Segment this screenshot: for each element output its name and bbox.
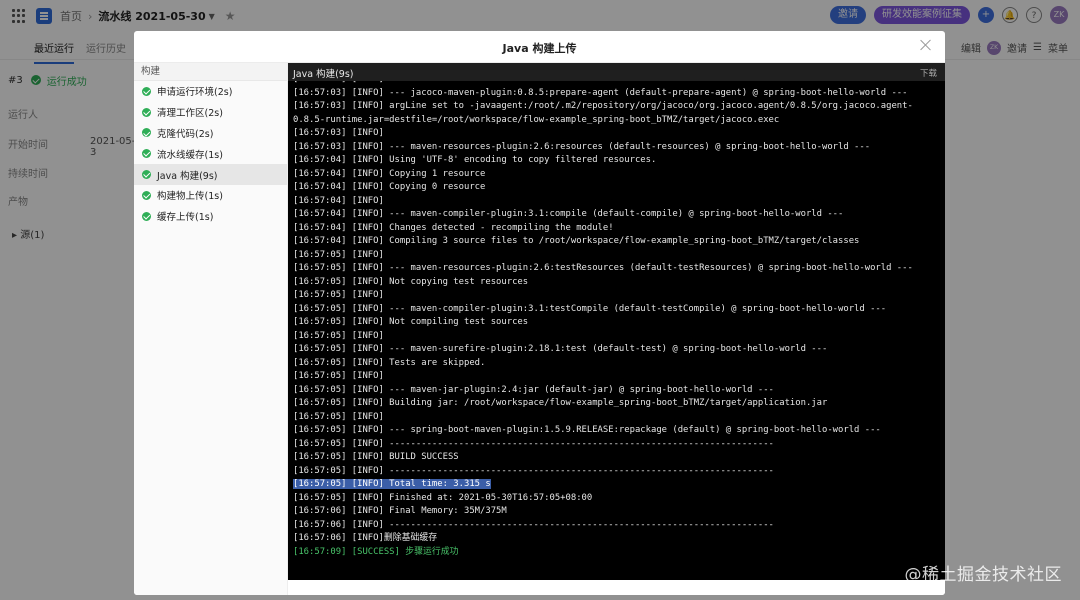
step-label: 构建物上传(1s) [157,191,223,203]
log-line: [16:57:05] [INFO] --- maven-compiler-plu… [293,303,887,314]
step-label: 申请运行环境(2s) [157,87,233,99]
step-label: 克隆代码(2s) [157,128,214,140]
log-line: [16:57:03] [INFO] --- jacoco-maven-plugi… [293,87,908,98]
check-circle-icon [142,211,151,221]
log-line: [16:57:04] [INFO] [293,195,384,206]
download-button[interactable]: 下载 [920,67,937,79]
log-line: [16:57:05] [INFO] Total time: 3.315 s [293,478,945,492]
step-item[interactable]: 流水线缓存(1s) [134,143,287,164]
log-line: [16:57:05] [INFO] [293,249,384,260]
check-circle-icon [142,128,151,138]
check-circle-icon [142,190,151,200]
log-line: [16:57:05] [INFO] [293,290,384,300]
log-line: [16:57:05] [INFO] --- maven-jar-plugin:2… [293,384,774,395]
log-line: [16:57:06] [INFO] Final Memory: 35M/375M [293,506,507,516]
log-line: [16:57:04] [INFO] Changes detected - rec… [293,222,614,233]
log-line: [16:57:05] [INFO] Not compiling test sou… [293,317,529,327]
log-line: 0.8.5-runtime.jar=destfile=/root/workspa… [293,114,780,125]
step-item[interactable]: 申请运行环境(2s) [134,81,287,102]
log-line: [16:57:04] [INFO] --- maven-compiler-plu… [293,209,844,219]
check-circle-icon [142,107,151,117]
log-line: [16:57:03] [INFO] --- maven-resources-pl… [293,141,871,152]
log-panel: Java 构建(9s) 下载 [16:57:03] [INFO][16:57:0… [288,63,945,595]
check-circle-icon [142,149,151,159]
log-line: [16:57:05] [INFO] [293,330,384,341]
step-item[interactable]: 构建物上传(1s) [134,185,287,206]
log-line: [16:57:04] [INFO] Copying 1 resource [293,168,486,179]
log-line: [16:57:04] [INFO] Compiling 3 source fil… [293,236,860,246]
log-line: [16:57:05] [INFO] ----------------------… [293,438,774,449]
log-line: [16:57:05] [INFO] --- maven-resources-pl… [293,263,913,273]
step-list-header: 构建 [134,63,287,81]
step-list: 构建 申请运行环境(2s) 清理工作区(2s) 克隆代码(2s) 流水线缓存(1s) J… [134,63,288,595]
dialog-title: Java 构建上传 [502,42,577,55]
log-line: [16:57:05] [INFO] Tests are skipped. [293,357,486,368]
log-line: [16:57:05] [INFO] --- maven-surefire-plu… [293,344,828,354]
step-label: 流水线缓存(1s) [157,149,223,161]
step-label: Java 构建(9s) [157,170,218,182]
selected-log-text: [16:57:05] [INFO] Total time: 3.315 s [293,479,491,489]
log-line: [16:57:05] [INFO] [293,371,384,381]
watermark: @稀土掘金技术社区 [904,565,1062,585]
log-line: [16:57:05] [INFO] Building jar: /root/wo… [293,398,828,408]
log-line: [16:57:05] [INFO] Not copying test resou… [293,276,529,287]
dialog-header: Java 构建上传 [134,31,945,63]
log-header: Java 构建(9s) 下载 [288,63,945,81]
check-circle-icon [142,86,151,96]
log-line: [16:57:05] [INFO] Finished at: 2021-05-3… [293,492,593,503]
log-line: [16:57:06] [INFO] ----------------------… [293,519,774,530]
step-item[interactable]: 克隆代码(2s) [134,123,287,144]
log-line: [16:57:06] [INFO]删除基础缓存 [293,533,438,543]
log-line: [16:57:05] [INFO] [293,411,384,422]
check-circle-icon [142,170,151,180]
log-title: Java 构建(9s) [293,69,354,80]
step-item[interactable]: 清理工作区(2s) [134,102,287,123]
log-line: [16:57:05] [INFO] ----------------------… [293,465,774,476]
step-label: 缓存上传(1s) [157,212,214,224]
log-line: [16:57:04] [INFO] Copying 0 resource [293,182,486,192]
log-line: [16:57:04] [INFO] Using 'UTF-8' encoding… [293,155,657,165]
log-line: [16:57:05] [INFO] BUILD SUCCESS [293,452,459,462]
log-line: [16:57:09] [SUCCESS] 步骤运行成功 [293,546,459,557]
build-log-dialog: Java 构建上传 构建 申请运行环境(2s) 清理工作区(2s) 克隆代码(2s)… [134,31,945,595]
step-item[interactable]: 缓存上传(1s) [134,206,287,227]
log-line: [16:57:03] [INFO] argLine set to -javaag… [293,101,913,111]
log-console[interactable]: [16:57:03] [INFO] [16:57:03] [INFO] --- j… [288,81,945,580]
step-item[interactable]: Java 构建(9s) [134,164,287,185]
log-line: [16:57:05] [INFO] --- spring-boot-maven-… [293,425,881,435]
step-label: 清理工作区(2s) [157,108,223,120]
close-icon[interactable] [919,38,933,52]
log-line: [16:57:03] [INFO] [293,128,384,138]
